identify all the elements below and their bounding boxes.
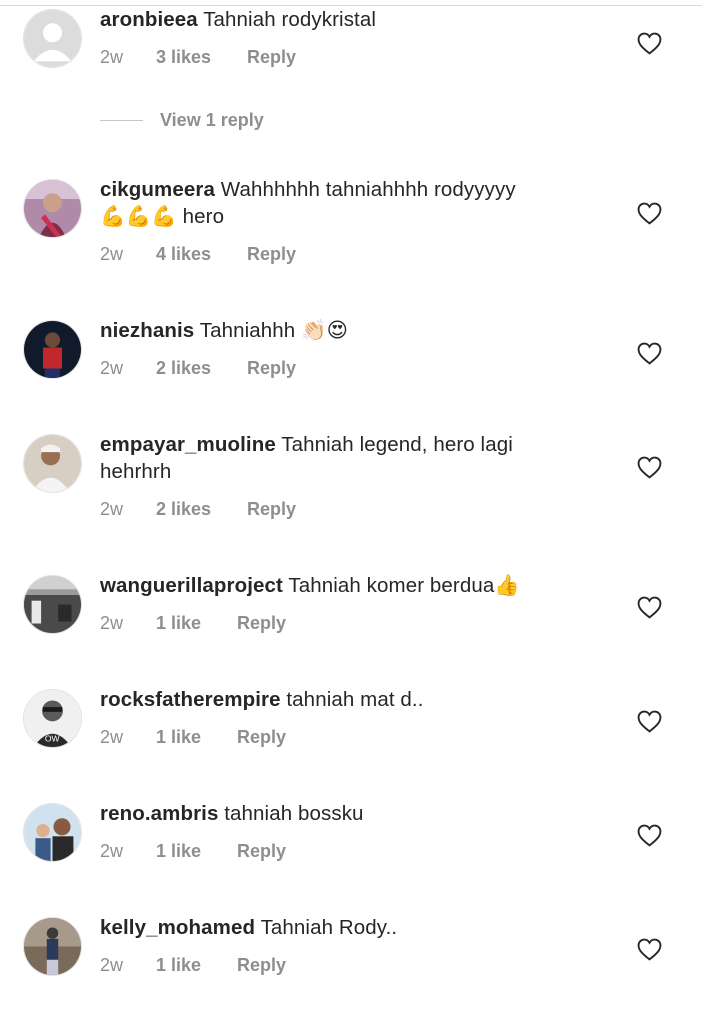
comment-username[interactable]: aronbieea	[100, 8, 198, 31]
comment-likes[interactable]: 1 like	[156, 727, 201, 748]
avatar[interactable]	[23, 917, 82, 976]
comment-username[interactable]: rocksfatherempire	[100, 688, 281, 711]
profile-photo	[24, 180, 81, 237]
comment-time: 2w	[100, 613, 124, 633]
comment-username[interactable]: cikgumeera	[100, 178, 215, 201]
reply-button[interactable]: Reply	[237, 727, 286, 748]
comment-likes[interactable]: 1 like	[156, 613, 201, 634]
like-heart-icon[interactable]	[637, 456, 662, 479]
profile-photo	[24, 804, 81, 861]
comment-text-line2: hehrhrh	[100, 460, 172, 483]
reply-button[interactable]: Reply	[237, 613, 286, 634]
avatar[interactable]	[23, 803, 82, 862]
avatar[interactable]	[23, 434, 82, 493]
like-heart-icon[interactable]	[637, 710, 662, 733]
comment-time: 2w	[100, 841, 124, 861]
reply-button[interactable]: Reply	[247, 499, 296, 520]
avatar[interactable]	[23, 9, 82, 68]
comment-time: 2w	[100, 47, 124, 67]
comment-text-line2: 💪💪💪 hero	[100, 205, 225, 228]
view-replies-button[interactable]: View 1 reply	[100, 110, 264, 131]
profile-photo	[24, 321, 81, 378]
comment-likes[interactable]: 1 like	[156, 841, 201, 862]
comment-text: Tahniahhh 👏🏻😍	[199, 319, 349, 342]
like-heart-icon[interactable]	[637, 596, 662, 619]
like-heart-icon[interactable]	[637, 824, 662, 847]
reply-button[interactable]: Reply	[237, 955, 286, 976]
comment-time: 2w	[100, 727, 124, 747]
comment-likes[interactable]: 3 likes	[156, 47, 211, 68]
comment-time: 2w	[100, 244, 124, 264]
comment-time: 2w	[100, 358, 124, 378]
comment-likes[interactable]: 2 likes	[156, 499, 211, 520]
avatar[interactable]	[23, 320, 82, 379]
like-heart-icon[interactable]	[637, 202, 662, 225]
avatar[interactable]	[23, 179, 82, 238]
comment-likes[interactable]: 2 likes	[156, 358, 211, 379]
comment-username[interactable]: reno.ambris	[100, 802, 218, 825]
avatar[interactable]: OW	[23, 689, 82, 748]
comment-username[interactable]: empayar_muoline	[100, 433, 276, 456]
comment-text: Tahniah legend, hero lagi	[281, 433, 513, 456]
comment-time: 2w	[100, 499, 124, 519]
svg-text:OW: OW	[45, 733, 61, 743]
comment-text: Tahniah rodykristal	[203, 8, 377, 31]
reply-button[interactable]: Reply	[247, 358, 296, 379]
like-heart-icon[interactable]	[637, 342, 662, 365]
reply-button[interactable]: Reply	[247, 244, 296, 265]
comment-time: 2w	[100, 955, 124, 975]
comment-text: tahniah mat d..	[286, 688, 424, 711]
like-heart-icon[interactable]	[637, 938, 662, 961]
profile-photo: OW	[24, 690, 81, 747]
comment-text: Wahhhhhh tahniahhhh rodyyyyy	[220, 178, 516, 201]
comment-text: Tahniah Rody..	[260, 916, 398, 939]
reply-button[interactable]: Reply	[247, 47, 296, 68]
reply-thread-line	[100, 120, 143, 121]
default-avatar-icon	[24, 10, 81, 67]
comment-username[interactable]: wanguerillaproject	[100, 574, 283, 597]
comment-text: Tahniah komer berdua👍	[288, 574, 520, 597]
comment-username[interactable]: kelly_mohamed	[100, 916, 255, 939]
profile-photo	[24, 435, 81, 492]
comment-text: tahniah bossku	[224, 802, 364, 825]
view-reply-label[interactable]: View 1 reply	[160, 110, 264, 131]
like-heart-icon[interactable]	[637, 32, 662, 55]
avatar[interactable]	[23, 575, 82, 634]
comment-likes[interactable]: 1 like	[156, 955, 201, 976]
comment-username[interactable]: niezhanis	[100, 319, 194, 342]
profile-photo	[24, 918, 81, 975]
comment-likes[interactable]: 4 likes	[156, 244, 211, 265]
reply-button[interactable]: Reply	[237, 841, 286, 862]
profile-photo	[24, 576, 81, 633]
